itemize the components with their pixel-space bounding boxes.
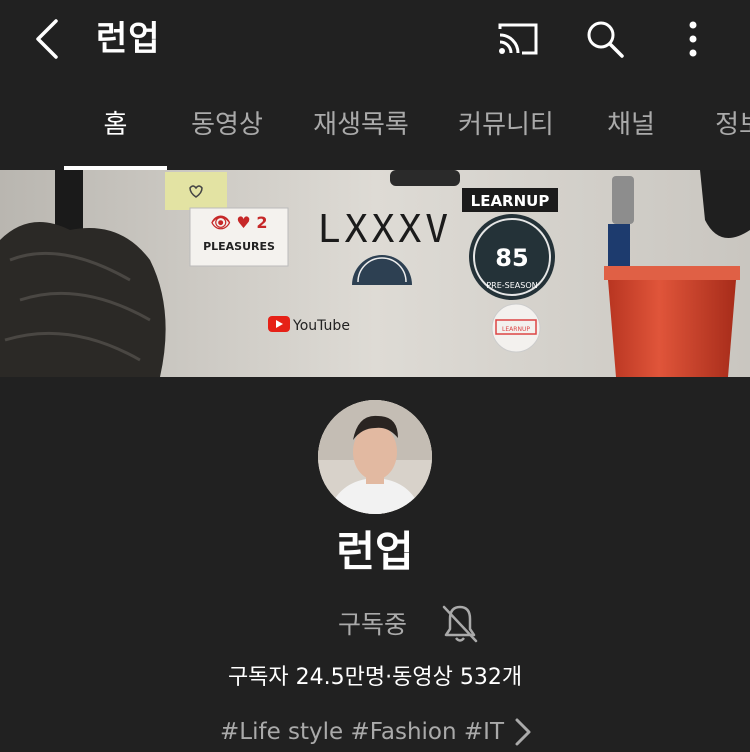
learnup-small-sticker: LEARNUP [491, 303, 541, 353]
sticky-note [165, 172, 227, 210]
channel-stats: 구독자 24.5만명·동영상 532개 [227, 665, 523, 690]
tab-community[interactable]: 커뮤니티 [450, 80, 562, 170]
svg-text:LEARNUP: LEARNUP [471, 192, 550, 210]
channel-name: 런업 [336, 527, 414, 576]
cast-icon [498, 23, 538, 55]
notification-bell-button[interactable] [436, 600, 484, 648]
channel-avatar[interactable] [318, 400, 432, 514]
tab-channels[interactable]: 채널 [598, 80, 664, 170]
tab-home[interactable]: 홈 [64, 80, 167, 170]
search-icon [587, 21, 624, 58]
page-title: 런업 [96, 19, 161, 59]
chevron-left-icon [36, 19, 58, 59]
pleasures-sticker: 👁 ♥ 2 PLEASURES [189, 207, 289, 267]
subscribed-button[interactable]: 구독중 [338, 600, 407, 650]
top-app-bar: 런업 [0, 0, 750, 80]
more-vertical-icon [689, 21, 697, 57]
red-cup [604, 266, 740, 377]
back-button[interactable] [22, 14, 72, 64]
more-options-button[interactable] [668, 14, 718, 64]
tab-videos[interactable]: 동영상 [182, 80, 272, 170]
avatar-image [318, 400, 432, 514]
search-button[interactable] [580, 14, 630, 64]
svg-text:LEARNUP: LEARNUP [502, 326, 530, 333]
youtube-sticker: YouTube [268, 316, 350, 334]
tab-playlists[interactable]: 재생목록 [305, 80, 417, 170]
channel-tags: #Life style #Fashion #IT [220, 719, 504, 745]
subscribe-row: 구독중 [0, 600, 750, 650]
svg-text:YouTube: YouTube [292, 318, 350, 334]
lxxxv-sticker: LXXXV [318, 207, 452, 251]
svg-text:👁 ♥ 2: 👁 ♥ 2 [211, 213, 268, 232]
svg-text:PRE-SEASON: PRE-SEASON [486, 281, 537, 290]
pre-season-badge: 85 PRE-SEASON [469, 214, 555, 300]
chevron-right-icon[interactable] [510, 716, 536, 748]
channel-banner: 👁 ♥ 2 PLEASURES LXXXV LEARNUP 85 PRE-SEA… [0, 170, 750, 377]
banner-image: 👁 ♥ 2 PLEASURES LXXXV LEARNUP 85 PRE-SEA… [0, 170, 750, 377]
svg-text:PLEASURES: PLEASURES [203, 240, 275, 253]
channel-tabs: 홈 동영상 재생목록 커뮤니티 채널 정보 [0, 80, 750, 170]
bell-off-icon [442, 605, 478, 643]
learnup-sticker: LEARNUP [462, 188, 558, 212]
channel-tags-row[interactable]: #Life style #Fashion #IT [0, 712, 750, 752]
cast-button[interactable] [493, 14, 543, 64]
svg-text:85: 85 [495, 244, 528, 272]
tab-about[interactable]: 정보 [706, 80, 750, 170]
